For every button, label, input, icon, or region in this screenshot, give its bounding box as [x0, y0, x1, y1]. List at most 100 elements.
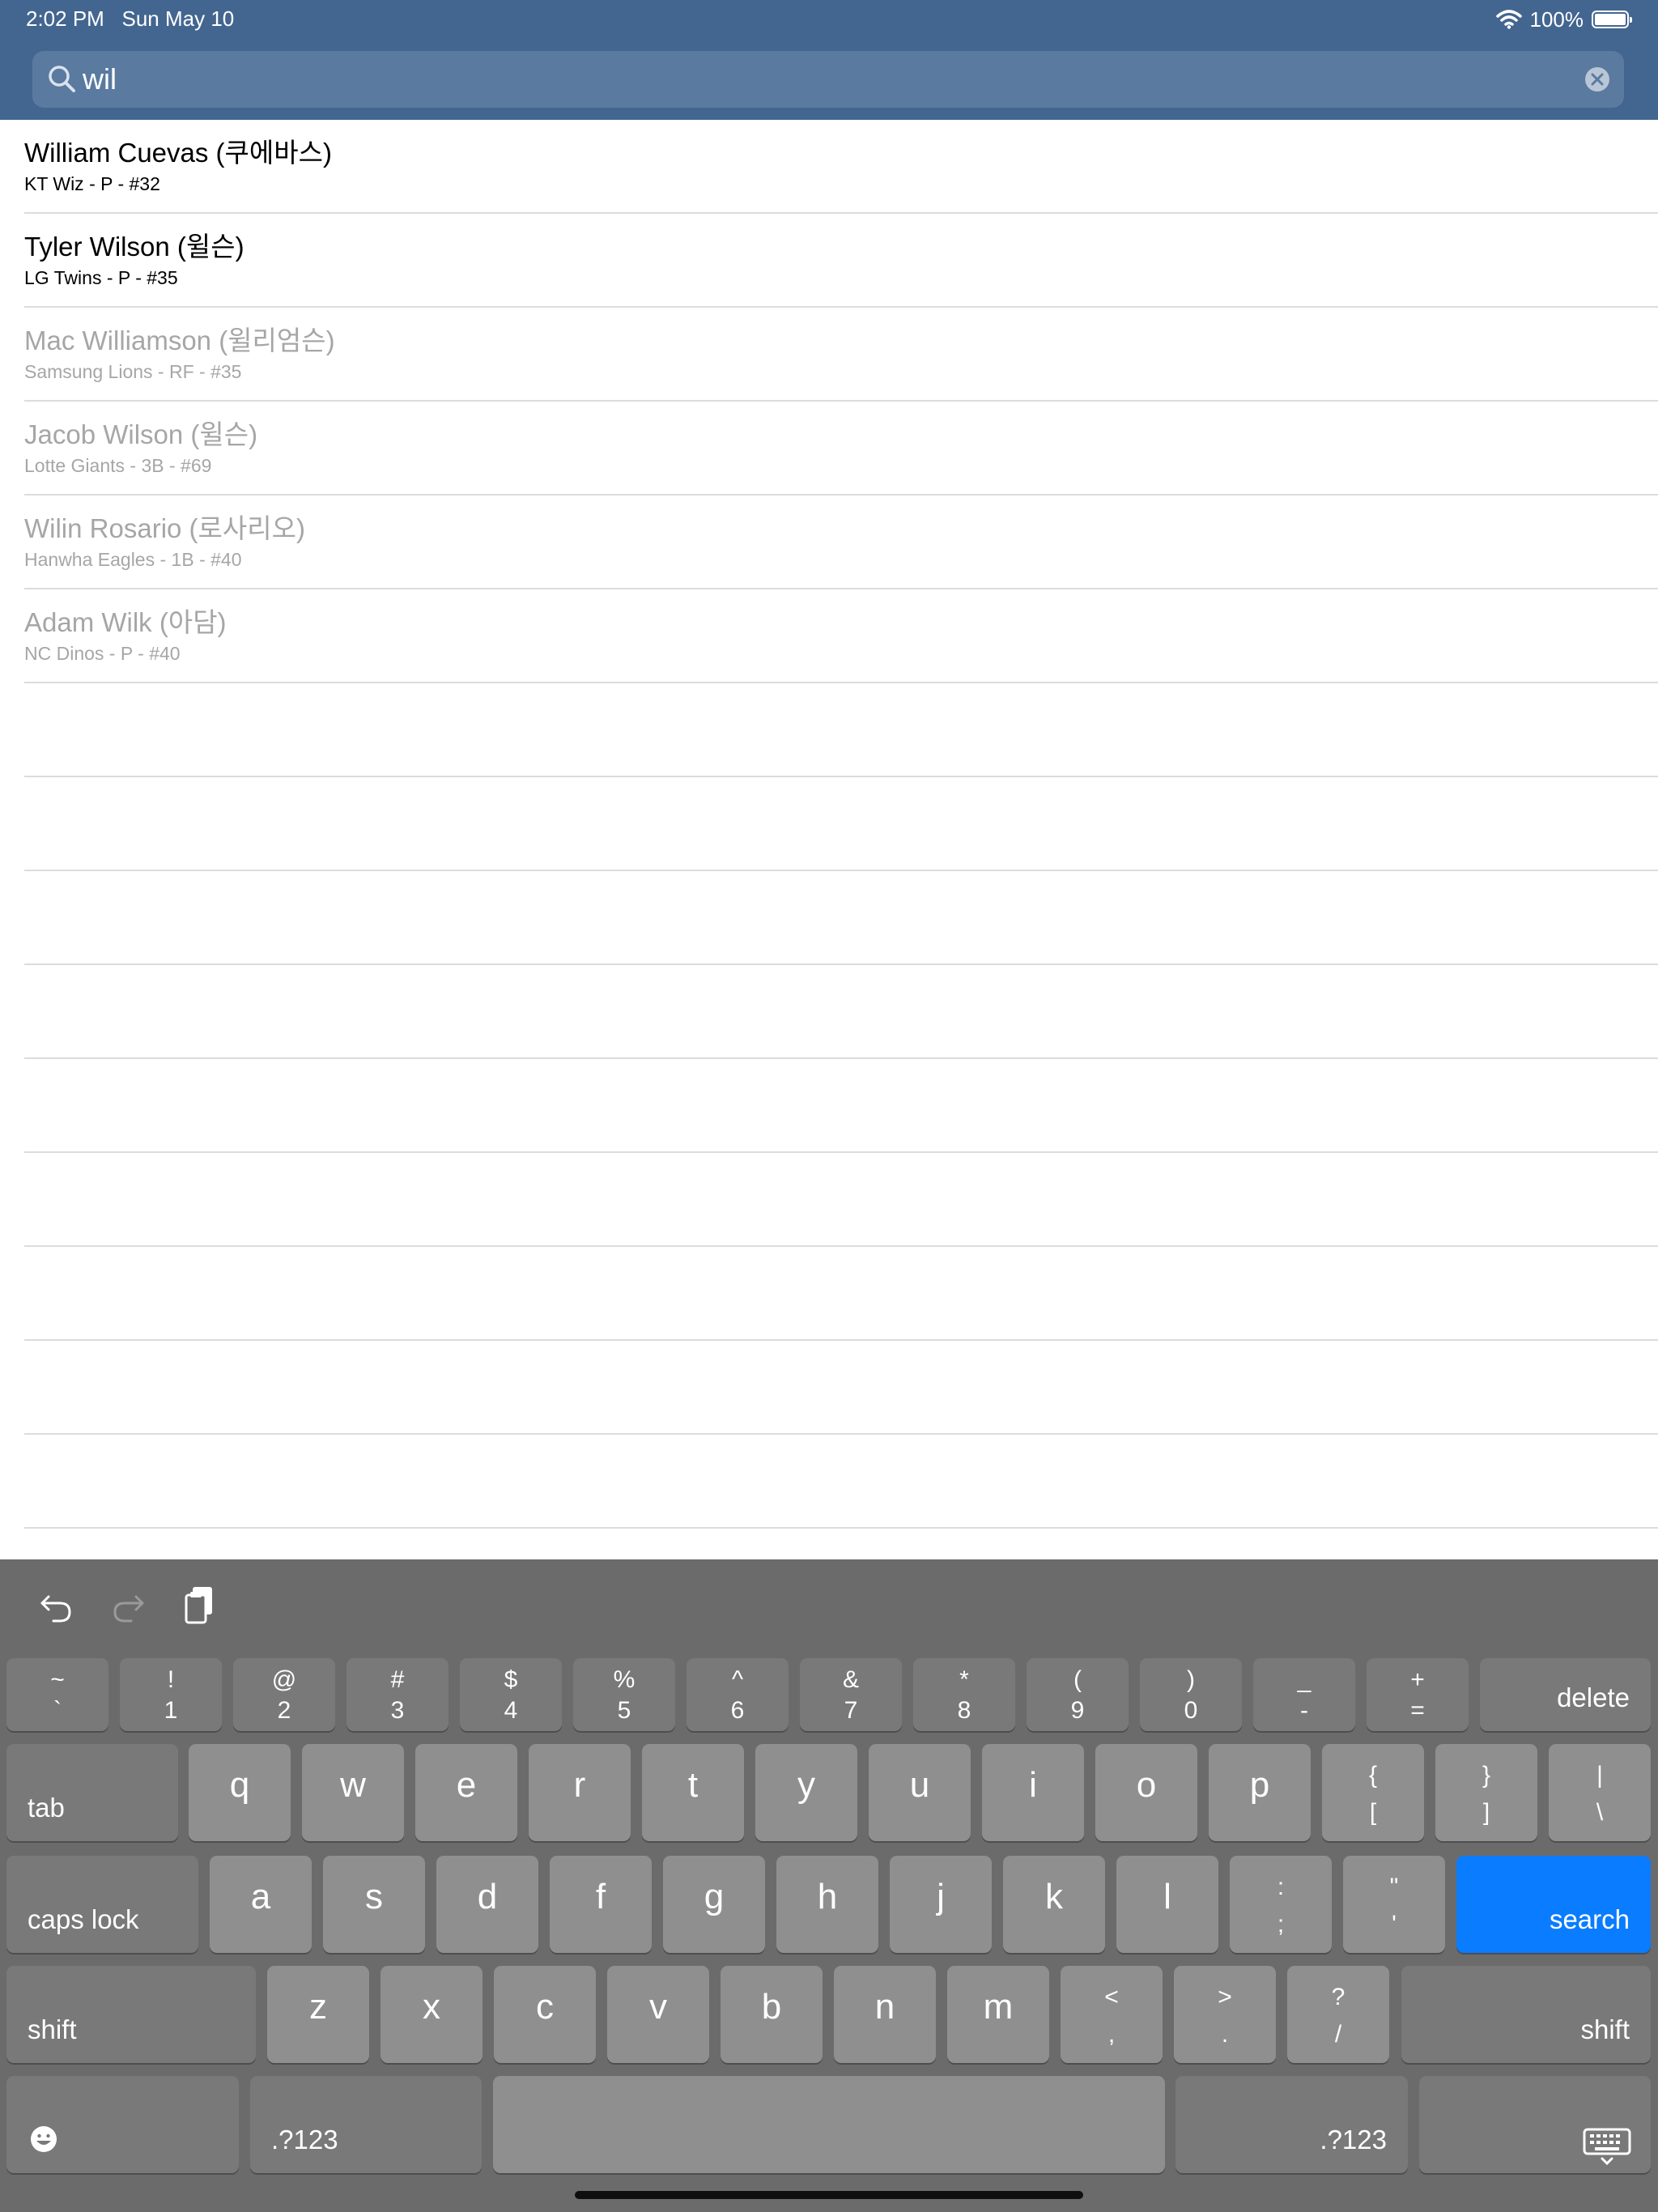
result-row[interactable]: Wilin Rosario (로사리오) Hanwha Eagles - 1B …: [24, 496, 1658, 589]
key-letter-a[interactable]: a: [210, 1856, 312, 1953]
key-label: f: [595, 1877, 606, 1916]
empty-row: [24, 965, 1658, 1059]
key-number-3[interactable]: #3: [346, 1658, 449, 1731]
key-bottom-label: ]: [1482, 1799, 1490, 1826]
delete-key[interactable]: delete: [1480, 1658, 1651, 1731]
key-number-12[interactable]: + =: [1367, 1658, 1469, 1731]
key-letter-o[interactable]: o: [1095, 1744, 1197, 1841]
key-bottom-label: =: [1410, 1697, 1425, 1724]
key-letter-g[interactable]: g: [663, 1856, 765, 1953]
result-row[interactable]: Jacob Wilson (윌슨) Lotte Giants - 3B - #6…: [24, 402, 1658, 496]
key-letter-e[interactable]: e: [415, 1744, 517, 1841]
key-letter-u[interactable]: u: [869, 1744, 971, 1841]
key-letter-m[interactable]: m: [947, 1966, 1049, 2063]
key-number-4[interactable]: $4: [460, 1658, 562, 1731]
numbers-key-left[interactable]: .?123: [250, 2076, 482, 2173]
key-number-6[interactable]: ^ 6: [687, 1658, 789, 1731]
key-letter-t[interactable]: t: [642, 1744, 744, 1841]
key-bottom-label: ': [1392, 1911, 1397, 1938]
key-number-11[interactable]: _ -: [1253, 1658, 1355, 1731]
key-bottom-label: -: [1300, 1697, 1308, 1724]
tab-key-label: tab: [28, 1793, 65, 1823]
search-results-list: William Cuevas (쿠에바스) KT Wiz - P - #32 T…: [0, 120, 1658, 1529]
player-detail: Samsung Lions - RF - #35: [24, 361, 242, 382]
key-letter-n[interactable]: n: [834, 1966, 936, 2063]
search-bar[interactable]: [32, 51, 1624, 108]
key-top-label: *: [959, 1666, 969, 1693]
empty-row: [24, 1247, 1658, 1341]
key-letter-i[interactable]: i: [982, 1744, 1084, 1841]
battery-icon: [1592, 11, 1632, 28]
key-bottom-label: 5: [617, 1697, 631, 1724]
key-bottom-label: 1: [164, 1697, 178, 1724]
space-bar[interactable]: [493, 2076, 1165, 2173]
key-letter-k[interactable]: k: [1003, 1856, 1105, 1953]
battery-fill: [1595, 14, 1626, 25]
key-symbol-z-2[interactable]: ? /: [1287, 1966, 1389, 2063]
tab-key[interactable]: tab: [6, 1744, 178, 1841]
search-key[interactable]: search: [1456, 1856, 1651, 1953]
key-letter-p[interactable]: p: [1209, 1744, 1311, 1841]
key-letter-j[interactable]: j: [890, 1856, 992, 1953]
result-row[interactable]: Tyler Wilson (윌슨) LG Twins - P - #35: [24, 214, 1658, 308]
key-top-label: _: [1297, 1666, 1312, 1693]
key-symbol-q-0[interactable]: {[: [1322, 1744, 1424, 1841]
key-number-2[interactable]: @2: [233, 1658, 335, 1731]
dismiss-keyboard-key[interactable]: [1419, 2076, 1651, 2173]
key-symbol-z-1[interactable]: >.: [1174, 1966, 1276, 2063]
key-top-label: {: [1368, 1762, 1378, 1789]
key-letter-v[interactable]: v: [607, 1966, 709, 2063]
key-label: l: [1163, 1877, 1171, 1916]
player-name: Adam Wilk (아담): [24, 607, 227, 637]
key-letter-l[interactable]: l: [1116, 1856, 1218, 1953]
key-symbol-z-0[interactable]: <,: [1061, 1966, 1163, 2063]
key-label: d: [477, 1877, 498, 1916]
clear-icon[interactable]: [1584, 66, 1611, 93]
left-shift-key[interactable]: shift: [6, 1966, 256, 2063]
key-number-10[interactable]: ) 0: [1140, 1658, 1242, 1731]
key-number-9[interactable]: (9: [1027, 1658, 1129, 1731]
caps-lock-label: caps lock: [28, 1904, 139, 1934]
undo-icon[interactable]: [36, 1587, 78, 1629]
key-symbol-a-0[interactable]: :;: [1230, 1856, 1332, 1953]
key-bottom-label: ,: [1107, 2021, 1116, 2048]
key-letter-s[interactable]: s: [323, 1856, 425, 1953]
emoji-key[interactable]: [6, 2076, 239, 2173]
key-label: q: [229, 1765, 250, 1805]
key-label: u: [909, 1765, 930, 1805]
key-letter-r[interactable]: r: [529, 1744, 631, 1841]
key-letter-w[interactable]: w: [302, 1744, 404, 1841]
key-top-label: %: [613, 1666, 636, 1693]
key-number-7[interactable]: & 7: [800, 1658, 902, 1731]
result-row[interactable]: Adam Wilk (아담) NC Dinos - P - #40: [24, 589, 1658, 683]
key-number-0[interactable]: ~ `: [6, 1658, 108, 1731]
key-symbol-a-1[interactable]: " ': [1343, 1856, 1445, 1953]
key-number-8[interactable]: * 8: [913, 1658, 1015, 1731]
key-letter-q[interactable]: q: [189, 1744, 291, 1841]
battery-percent: 100%: [1529, 6, 1584, 32]
result-row[interactable]: Mac Williamson (윌리엄슨) Samsung Lions - RF…: [24, 308, 1658, 402]
key-symbol-q-2[interactable]: | \: [1549, 1744, 1651, 1841]
key-letter-h[interactable]: h: [776, 1856, 878, 1953]
key-bottom-label: 4: [504, 1697, 518, 1724]
key-letter-c[interactable]: c: [494, 1966, 596, 2063]
key-symbol-q-1[interactable]: }]: [1435, 1744, 1537, 1841]
result-row[interactable]: William Cuevas (쿠에바스) KT Wiz - P - #32: [24, 120, 1658, 214]
key-letter-z[interactable]: z: [267, 1966, 369, 2063]
redo-icon[interactable]: [107, 1587, 149, 1629]
key-letter-b[interactable]: b: [721, 1966, 823, 2063]
numbers-key-right[interactable]: .?123: [1175, 2076, 1408, 2173]
key-letter-y[interactable]: y: [755, 1744, 857, 1841]
search-input[interactable]: [83, 56, 1540, 103]
player-detail: LG Twins - P - #35: [24, 267, 178, 288]
key-letter-x[interactable]: x: [380, 1966, 483, 2063]
key-letter-f[interactable]: f: [550, 1856, 652, 1953]
key-top-label: >: [1218, 1984, 1232, 2010]
key-top-label: ": [1389, 1874, 1399, 1900]
key-number-1[interactable]: ! 1: [120, 1658, 222, 1731]
paste-icon[interactable]: [180, 1584, 222, 1626]
key-number-5[interactable]: % 5: [573, 1658, 675, 1731]
right-shift-key[interactable]: shift: [1401, 1966, 1651, 2063]
key-letter-d[interactable]: d: [436, 1856, 538, 1953]
caps-lock-key[interactable]: caps lock: [6, 1856, 198, 1953]
